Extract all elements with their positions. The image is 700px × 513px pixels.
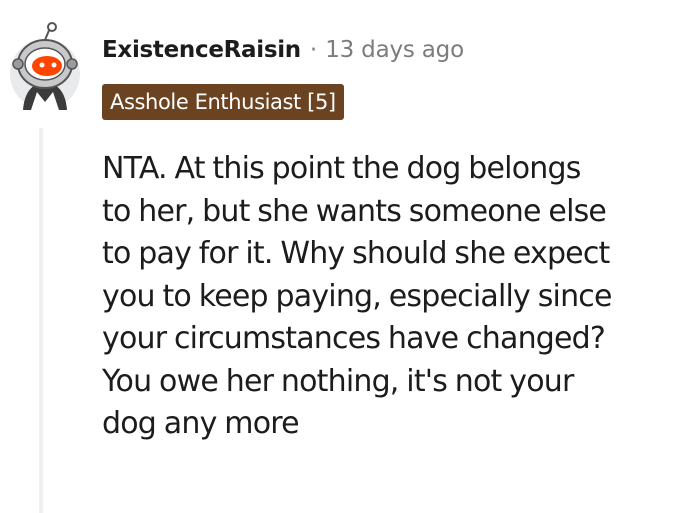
comment-body-line: dog any more	[102, 406, 300, 441]
comment-body: NTA. At this point the dog belongs to he…	[102, 148, 692, 446]
timestamp[interactable]: 13 days ago	[325, 37, 464, 63]
comment-body-line: your circumstances have changed?	[102, 321, 606, 356]
comment-body-line: to her, but she wants someone else	[102, 193, 607, 229]
thread-collapse-line[interactable]	[39, 128, 43, 513]
comment-body-line: you to keep paying, especially since	[102, 278, 612, 314]
avatar[interactable]	[9, 22, 81, 112]
meta-separator: ·	[309, 37, 318, 63]
author-username[interactable]: ExistenceRaisin	[102, 37, 301, 63]
comment-header: ExistenceRaisin · 13 days ago	[102, 30, 464, 70]
snoo-avatar-icon	[10, 22, 80, 110]
comment-body-line: to pay for it. Why should she expect	[102, 236, 610, 271]
comment-body-line: NTA. At this point the dog belongs	[102, 151, 581, 186]
comment: ExistenceRaisin · 13 days ago Asshole En…	[0, 0, 700, 513]
user-flair: Asshole Enthusiast [5]	[102, 84, 344, 120]
comment-body-line: You owe her nothing, it's not your	[102, 363, 574, 399]
